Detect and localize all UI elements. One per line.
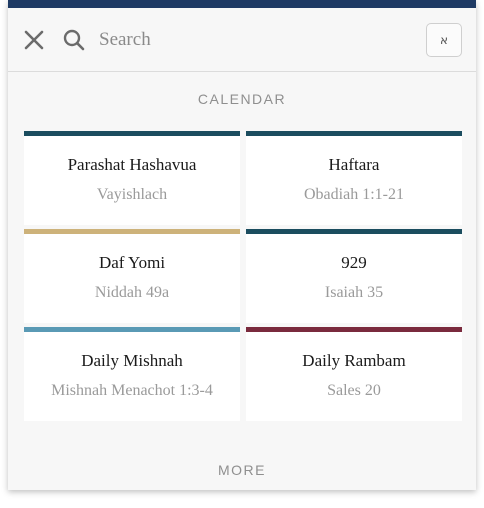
card-title: 929 [341,253,367,272]
calendar-card-parashat-hashavua[interactable]: Parashat Hashavua Vayishlach [24,131,240,225]
card-color-bar [246,327,462,332]
calendar-heading: CALENDAR [197,91,287,107]
card-color-bar [24,131,240,136]
card-title: Daf Yomi [98,253,166,272]
close-icon[interactable] [22,28,46,52]
calendar-card-929[interactable]: 929 Isaiah 35 [246,229,462,323]
search-panel: א CALENDAR Parashat Hashavua Vayishlach … [8,0,476,490]
card-subtitle: Isaiah 35 [324,284,384,301]
search-bar: א [8,8,476,72]
card-title: Daily Mishnah [81,351,183,370]
card-color-bar [24,327,240,332]
card-title: Parashat Hashavua [67,155,197,174]
calendar-card-daily-mishnah[interactable]: Daily Mishnah Mishnah Menachot 1:3-4 [24,327,240,421]
card-subtitle: Obadiah 1:1-21 [304,186,404,203]
calendar-card-daily-rambam[interactable]: Daily Rambam Sales 20 [246,327,462,421]
search-input[interactable] [99,25,399,55]
card-color-bar [24,229,240,234]
hebrew-keyboard-button[interactable]: א [426,23,462,57]
more-button[interactable]: MORE [8,462,476,478]
card-color-bar [246,131,462,136]
card-title: Daily Rambam [302,351,406,370]
search-icon[interactable] [62,28,86,52]
card-subtitle: Sales 20 [327,382,381,399]
card-subtitle: Niddah 49a [94,284,170,301]
calendar-card-haftara[interactable]: Haftara Obadiah 1:1-21 [246,131,462,225]
calendar-card-daf-yomi[interactable]: Daf Yomi Niddah 49a [24,229,240,323]
hebrew-keyboard-icon: א [439,33,449,47]
header-band [8,0,476,8]
card-subtitle: Vayishlach [96,186,168,203]
card-subtitle: Mishnah Menachot 1:3-4 [51,382,213,399]
card-title: Haftara [328,155,380,174]
card-color-bar [246,229,462,234]
